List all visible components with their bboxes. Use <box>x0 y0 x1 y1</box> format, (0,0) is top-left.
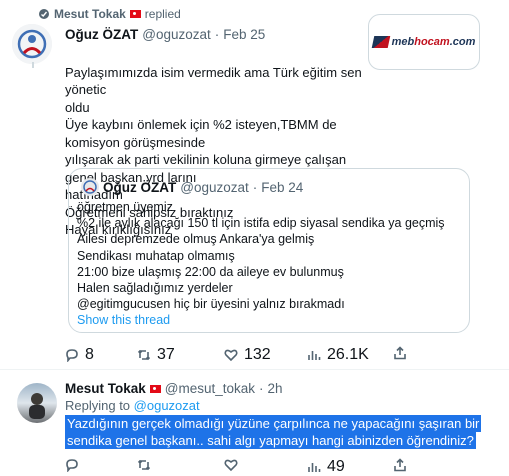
like-button[interactable]: 132 <box>224 346 271 364</box>
retweet-icon <box>137 459 151 471</box>
heart-icon <box>224 459 238 472</box>
views-count: 49 <box>327 458 345 475</box>
share-button[interactable] <box>393 346 407 360</box>
retweet-button[interactable]: 37 <box>137 346 175 364</box>
reply-icon <box>66 459 78 472</box>
reply-header: Mesut Tokak @mesut_tokak · 2h <box>65 381 283 396</box>
quote-display-name: Oğuz ÖZAT <box>103 179 177 195</box>
replying-to: Replying to @oguzozat <box>65 398 200 413</box>
reply-display-name[interactable]: Mesut Tokak <box>65 381 146 396</box>
context-name[interactable]: Mesut Tokak <box>54 7 126 21</box>
reply-icon <box>66 349 78 362</box>
views-button[interactable]: 26.1K <box>307 346 369 364</box>
quote-text: öğretmen üyemiz %2 ile aylık alacağı 150… <box>77 200 445 312</box>
like-button[interactable] <box>224 458 244 472</box>
turkey-flag-icon <box>129 10 141 18</box>
reply-button[interactable]: 8 <box>65 346 94 364</box>
replying-to-link[interactable]: @oguzozat <box>134 398 200 413</box>
heart-icon <box>224 349 238 362</box>
views-count: 26.1K <box>327 346 369 363</box>
mebhocam-logo-icon <box>371 36 390 48</box>
reply-button[interactable] <box>65 458 85 472</box>
quote-header: Oğuz ÖZAT @oguzozat · Feb 24 <box>81 178 303 196</box>
views-icon <box>308 463 321 472</box>
display-name[interactable]: Oğuz ÖZAT <box>65 27 138 42</box>
reply-handle[interactable]: @mesut_tokak <box>165 381 255 396</box>
context-action: replied <box>144 7 181 21</box>
quote-avatar <box>81 178 99 196</box>
media-card[interactable]: mebhocam.com <box>368 14 480 70</box>
divider <box>0 369 509 370</box>
media-logo-text: mebhocam.com <box>391 36 476 48</box>
handle[interactable]: @oguzozat <box>142 27 211 42</box>
reply-avatar[interactable] <box>17 383 57 423</box>
quote-handle: @oguzozat <box>180 179 249 195</box>
turkey-flag-icon <box>149 384 161 393</box>
retweet-button[interactable] <box>137 458 157 472</box>
reply-count: 8 <box>85 346 94 363</box>
like-count: 132 <box>244 346 271 363</box>
views-icon <box>308 351 321 360</box>
thread-line <box>32 62 34 68</box>
reply-text-line-1: Yazdığının gerçek olmadığı yüzüne çarpıl… <box>65 415 482 432</box>
reply-context-icon <box>39 9 49 19</box>
reply-separator: · <box>259 381 264 396</box>
quoted-tweet[interactable]: Oğuz ÖZAT @oguzozat · Feb 24 öğretmen üy… <box>68 168 470 333</box>
quote-separator: · <box>252 179 258 195</box>
timestamp[interactable]: Feb 25 <box>223 27 265 42</box>
separator: · <box>214 27 220 42</box>
tweet-header: Oğuz ÖZAT @oguzozat · Feb 25 <box>65 27 265 42</box>
person-photo-icon <box>29 393 45 419</box>
retweet-count: 37 <box>157 346 175 363</box>
share-icon <box>394 346 406 360</box>
share-button[interactable] <box>393 458 407 472</box>
org-logo-icon <box>12 24 52 64</box>
reply-text-line-2: sendika genel başkanı.. sahi algı yapmay… <box>65 432 476 449</box>
avatar[interactable] <box>12 24 52 64</box>
reply-timestamp[interactable]: 2h <box>268 381 283 396</box>
quote-timestamp: Feb 24 <box>261 179 304 195</box>
show-thread-link[interactable]: Show this thread <box>77 313 170 327</box>
replying-prefix: Replying to <box>65 398 131 413</box>
views-button[interactable]: 49 <box>307 458 345 476</box>
share-icon <box>394 458 406 472</box>
retweet-icon <box>137 349 151 361</box>
replied-context: Mesut Tokak replied <box>38 6 181 22</box>
